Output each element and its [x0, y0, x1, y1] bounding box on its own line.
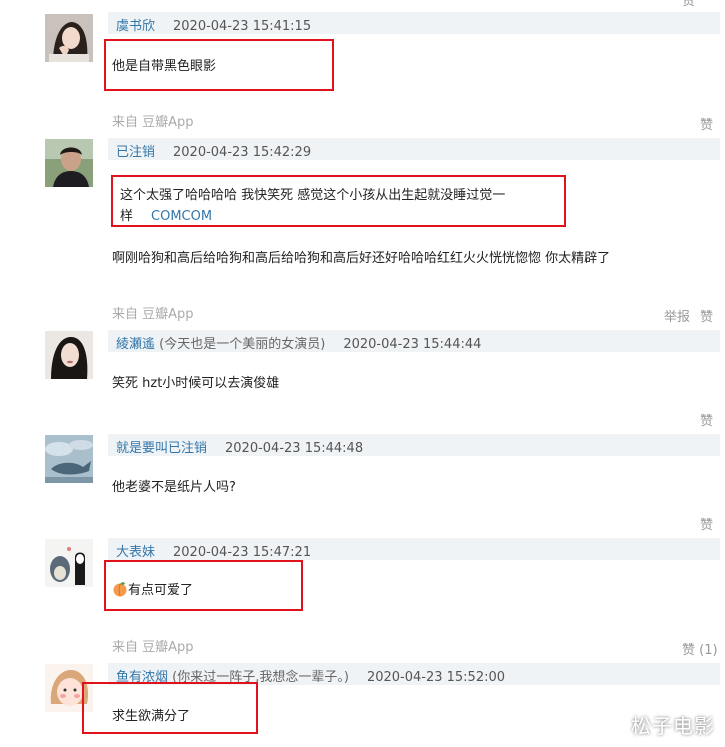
comment-header: 綾瀬遙 (今天也是一个美丽的女演员) 2020-04-23 15:44:44 [108, 330, 720, 352]
source-prefix: 来自 [112, 640, 139, 655]
comment-text: 他老婆不是纸片人吗? [112, 480, 236, 495]
comment-header: 虞书欣 2020-04-23 15:41:15 [108, 12, 720, 34]
comment-header: 已注销 2020-04-23 15:42:29 [108, 138, 720, 160]
username-link[interactable]: 虞书欣 [116, 19, 155, 34]
quoted-text-end: 样 [120, 209, 134, 224]
comment-text: 他是自带黑色眼影 [112, 59, 217, 74]
source-app-link[interactable]: 豆瓣App [142, 640, 193, 655]
comment-source: 来自 豆瓣App [112, 303, 194, 322]
source-prefix: 来自 [112, 307, 139, 322]
username-link[interactable]: 已注销 [116, 145, 155, 160]
quoted-text-line2: 样 COMCOM [120, 205, 212, 224]
username-link[interactable]: 就是要叫已注销 [116, 441, 207, 456]
username-link[interactable]: 大表妹 [116, 545, 155, 560]
comment-timestamp: 2020-04-23 15:44:44 [343, 337, 482, 352]
like-button[interactable]: 赞 [700, 514, 713, 533]
comment-timestamp: 2020-04-23 15:44:48 [225, 441, 364, 456]
user-signature: (今天也是一个美丽的女演员) [159, 337, 326, 352]
avatar-man-outdoor[interactable] [45, 139, 93, 187]
like-button-partial[interactable]: 赞 [682, 0, 695, 9]
comment-text-line: 有点可爱了 [112, 579, 193, 598]
like-button[interactable]: 赞 (1) [682, 639, 718, 658]
comment-text: 求生欲满分了 [112, 709, 191, 724]
comment-timestamp: 2020-04-23 15:52:00 [366, 670, 506, 685]
source-app-link[interactable]: 豆瓣App [142, 115, 193, 130]
like-button[interactable]: 赞 [700, 410, 713, 429]
avatar-cartoon-totoro[interactable] [45, 539, 93, 587]
username-link[interactable]: 綾瀬遙 [116, 337, 155, 352]
comment-text: 啊刚哈狗和高后给哈狗和高后给哈狗和高后好还好哈哈哈红红火火恍恍惚惚 你太精辟了 [112, 251, 611, 266]
comment-source: 来自 豆瓣App [112, 111, 194, 130]
source-app-link[interactable]: 豆瓣App [142, 307, 193, 322]
comment-source: 来自 豆瓣App [112, 636, 194, 655]
watermark: 松子电影 [631, 714, 715, 738]
peach-emoji-icon [112, 581, 128, 597]
like-button[interactable]: 赞 [700, 114, 713, 133]
avatar-whale-sky[interactable] [45, 435, 93, 483]
quoted-user-link[interactable]: COMCOM [151, 209, 212, 224]
comment-text: 笑死 hzt小时候可以去演俊雄 [112, 376, 280, 391]
quoted-text: 这个太强了哈哈哈哈 我快笑死 感觉这个小孩从出生起就没睡过觉一 [120, 188, 506, 203]
comment-timestamp: 2020-04-23 15:41:15 [173, 19, 312, 34]
comment-header: 就是要叫已注销 2020-04-23 15:44:48 [108, 434, 720, 456]
avatar-woman-hand-on-face[interactable] [45, 14, 93, 62]
source-prefix: 来自 [112, 115, 139, 130]
report-button[interactable]: 举报 [664, 306, 690, 325]
comment-timestamp: 2020-04-23 15:42:29 [173, 145, 312, 160]
comment-text: 有点可爱了 [128, 583, 194, 598]
like-button[interactable]: 赞 [700, 306, 713, 325]
comment-header: 大表妹 2020-04-23 15:47:21 [108, 538, 720, 560]
avatar-woman-portrait[interactable] [45, 331, 93, 379]
comment-timestamp: 2020-04-23 15:47:21 [173, 545, 312, 560]
